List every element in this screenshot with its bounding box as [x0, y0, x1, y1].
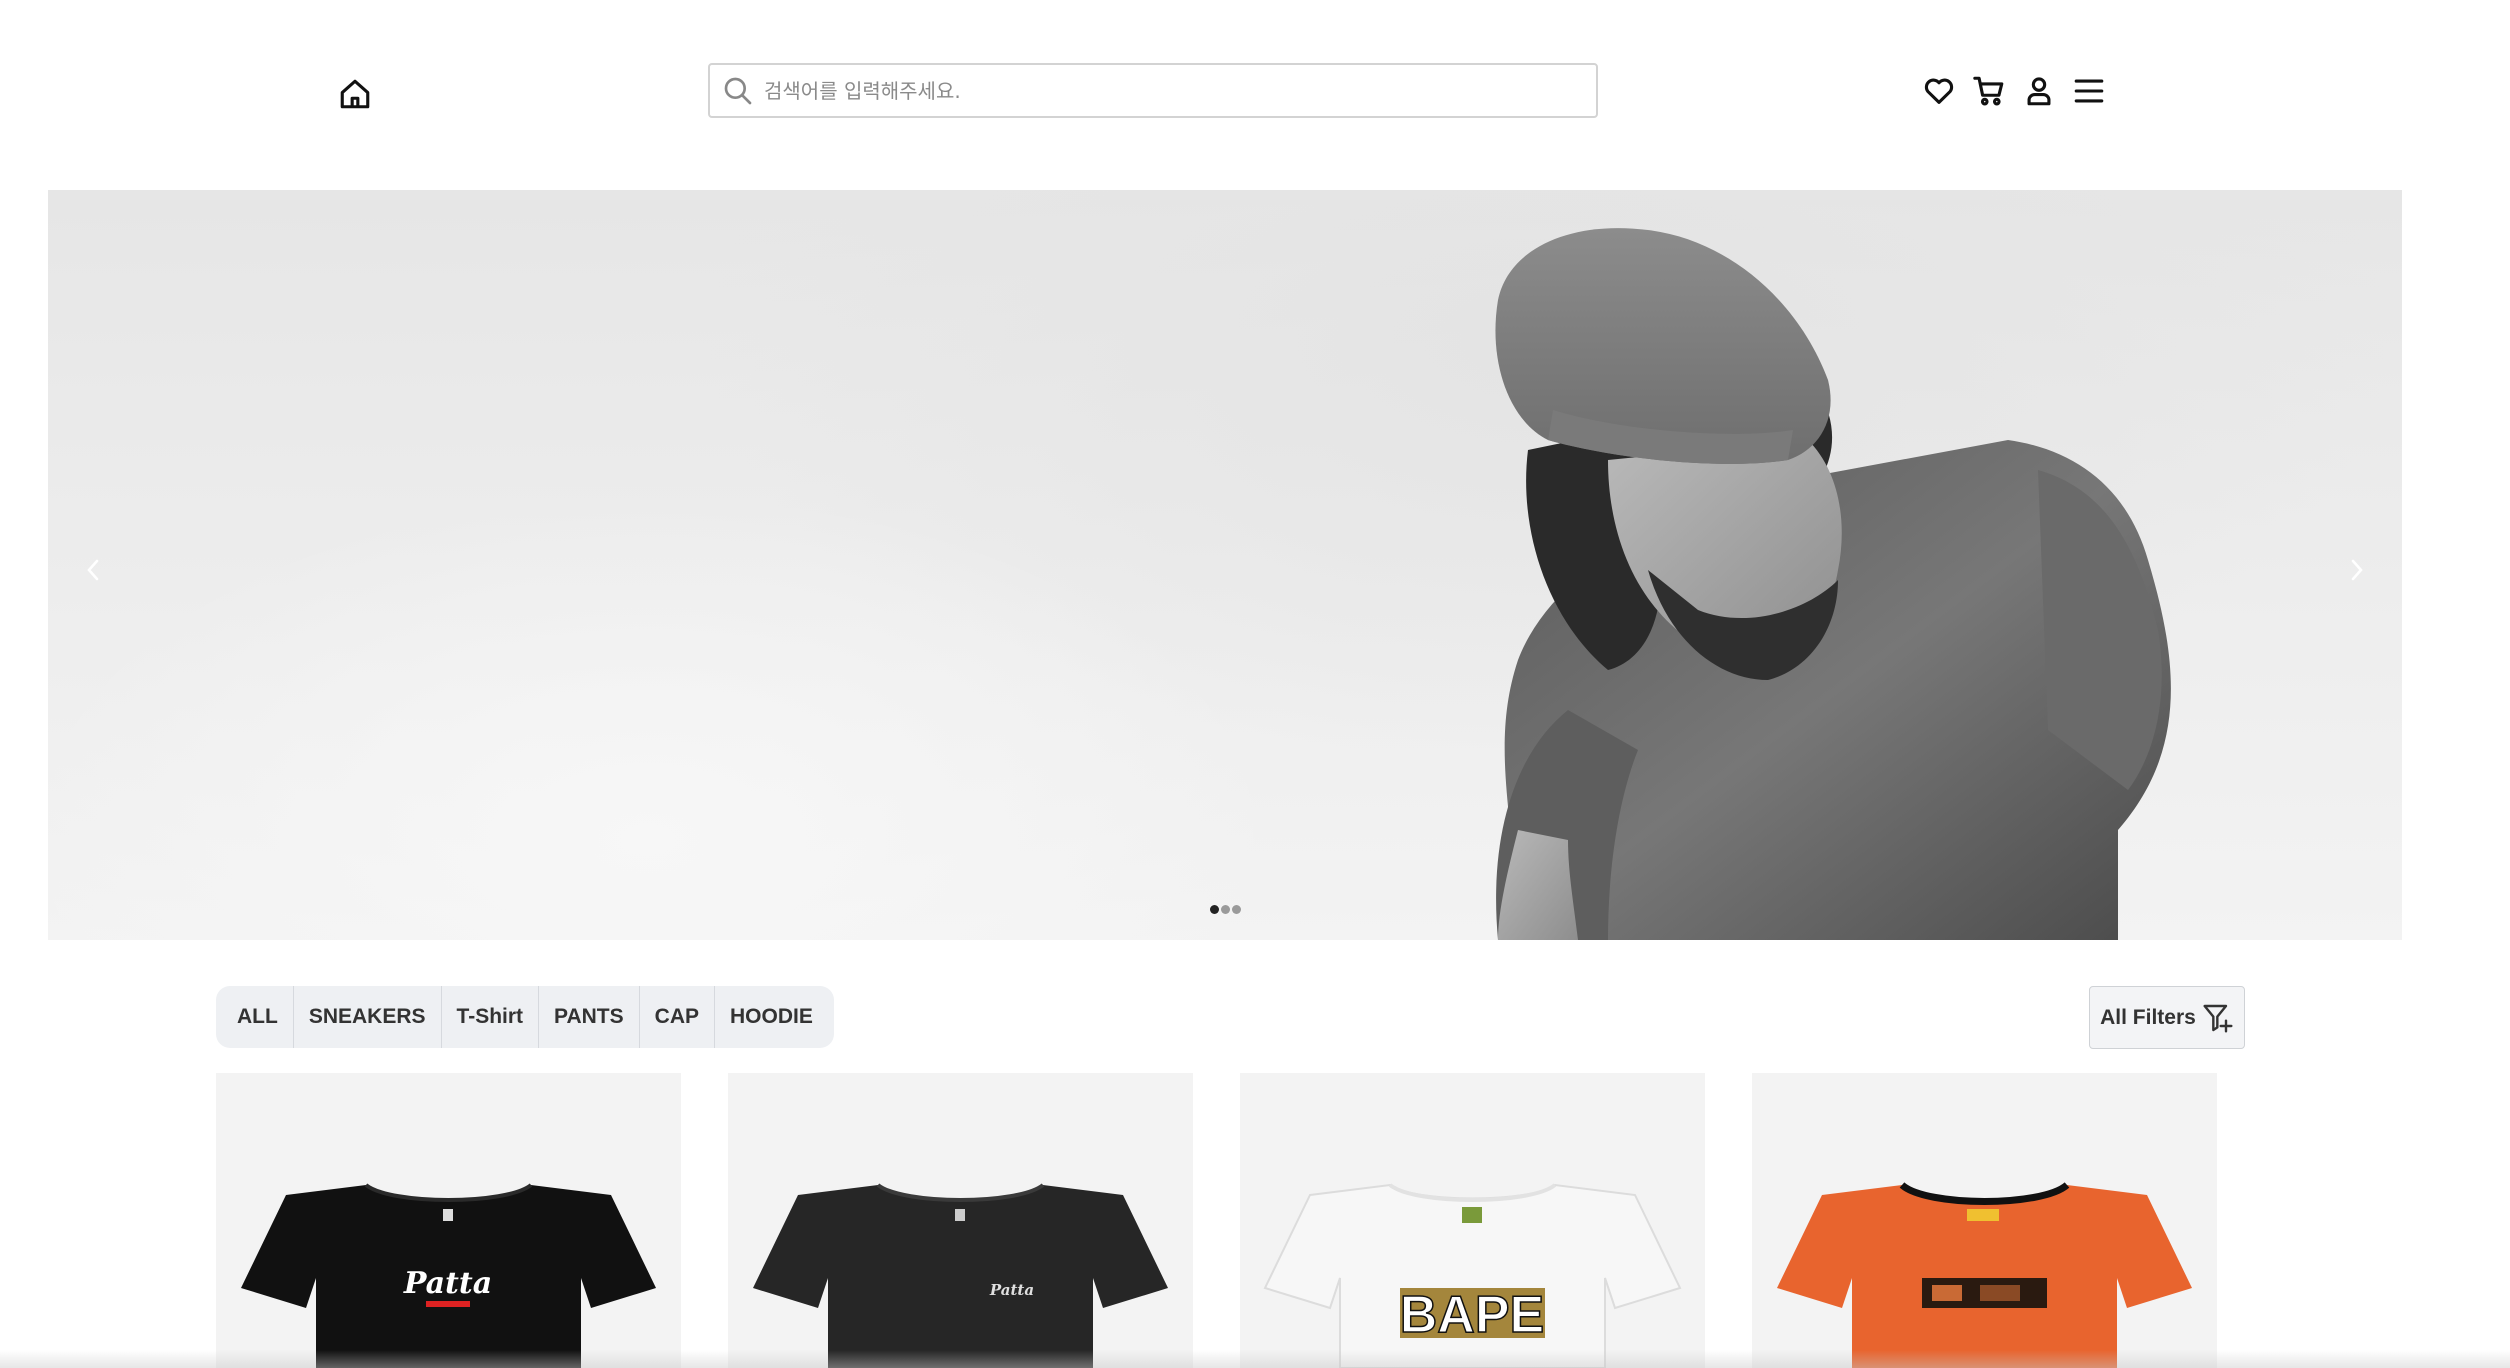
search-input[interactable] [764, 70, 1564, 111]
chevron-right-icon [2351, 559, 2363, 581]
product-card[interactable]: Patta [728, 1073, 1193, 1368]
product-card[interactable] [1752, 1073, 2217, 1368]
chevron-left-icon [87, 559, 99, 581]
carousel-dot[interactable] [1210, 905, 1219, 914]
menu-button[interactable] [2068, 68, 2110, 114]
carousel-dots [1210, 905, 1241, 914]
menu-icon [2074, 79, 2104, 103]
home-icon [340, 79, 370, 109]
category-tab-pants[interactable]: PANTS [539, 986, 640, 1048]
product-image: Patta [753, 1183, 1168, 1368]
wishlist-button[interactable] [1918, 68, 1960, 114]
product-logo-text: Patta [989, 1281, 1034, 1299]
header-actions [1918, 68, 2110, 114]
product-logo-text: Patta [403, 1266, 492, 1301]
cart-button[interactable] [1968, 68, 2010, 114]
product-card[interactable]: BAPE [1240, 1073, 1705, 1368]
all-filters-button[interactable]: All Filters [2089, 986, 2245, 1049]
product-image: BAPE [1263, 1183, 1682, 1368]
category-tab-all[interactable]: ALL [222, 986, 294, 1048]
hero-prev-button[interactable] [68, 540, 118, 600]
category-tab-hoodie[interactable]: HOODIE [715, 986, 828, 1048]
hero-banner [48, 190, 2402, 940]
search-bar[interactable] [708, 63, 1598, 118]
product-card[interactable]: Patta [216, 1073, 681, 1368]
filter-add-icon [2203, 1004, 2233, 1033]
product-logo-text: BAPE [1400, 1286, 1544, 1344]
product-image: Patta [241, 1183, 656, 1368]
cart-icon [1973, 76, 2004, 106]
page: ALL SNEAKERS T-Shirt PANTS CAP HOODIE Al… [0, 0, 2510, 1368]
home-button[interactable] [333, 72, 377, 116]
carousel-dot[interactable] [1221, 905, 1230, 914]
search-icon [720, 73, 756, 109]
user-icon [2027, 77, 2051, 106]
carousel-dot[interactable] [1232, 905, 1241, 914]
hero-next-button[interactable] [2332, 540, 2382, 600]
category-tabs: ALL SNEAKERS T-Shirt PANTS CAP HOODIE [216, 986, 834, 1048]
heart-icon [1924, 78, 1954, 104]
category-tab-sneakers[interactable]: SNEAKERS [294, 986, 442, 1048]
all-filters-label: All Filters [2100, 1005, 2196, 1029]
account-button[interactable] [2018, 68, 2060, 114]
hero-image [1495, 228, 2171, 940]
category-tab-tshirt[interactable]: T-Shirt [442, 986, 540, 1048]
product-image [1777, 1182, 2192, 1368]
category-tab-cap[interactable]: CAP [640, 986, 715, 1048]
